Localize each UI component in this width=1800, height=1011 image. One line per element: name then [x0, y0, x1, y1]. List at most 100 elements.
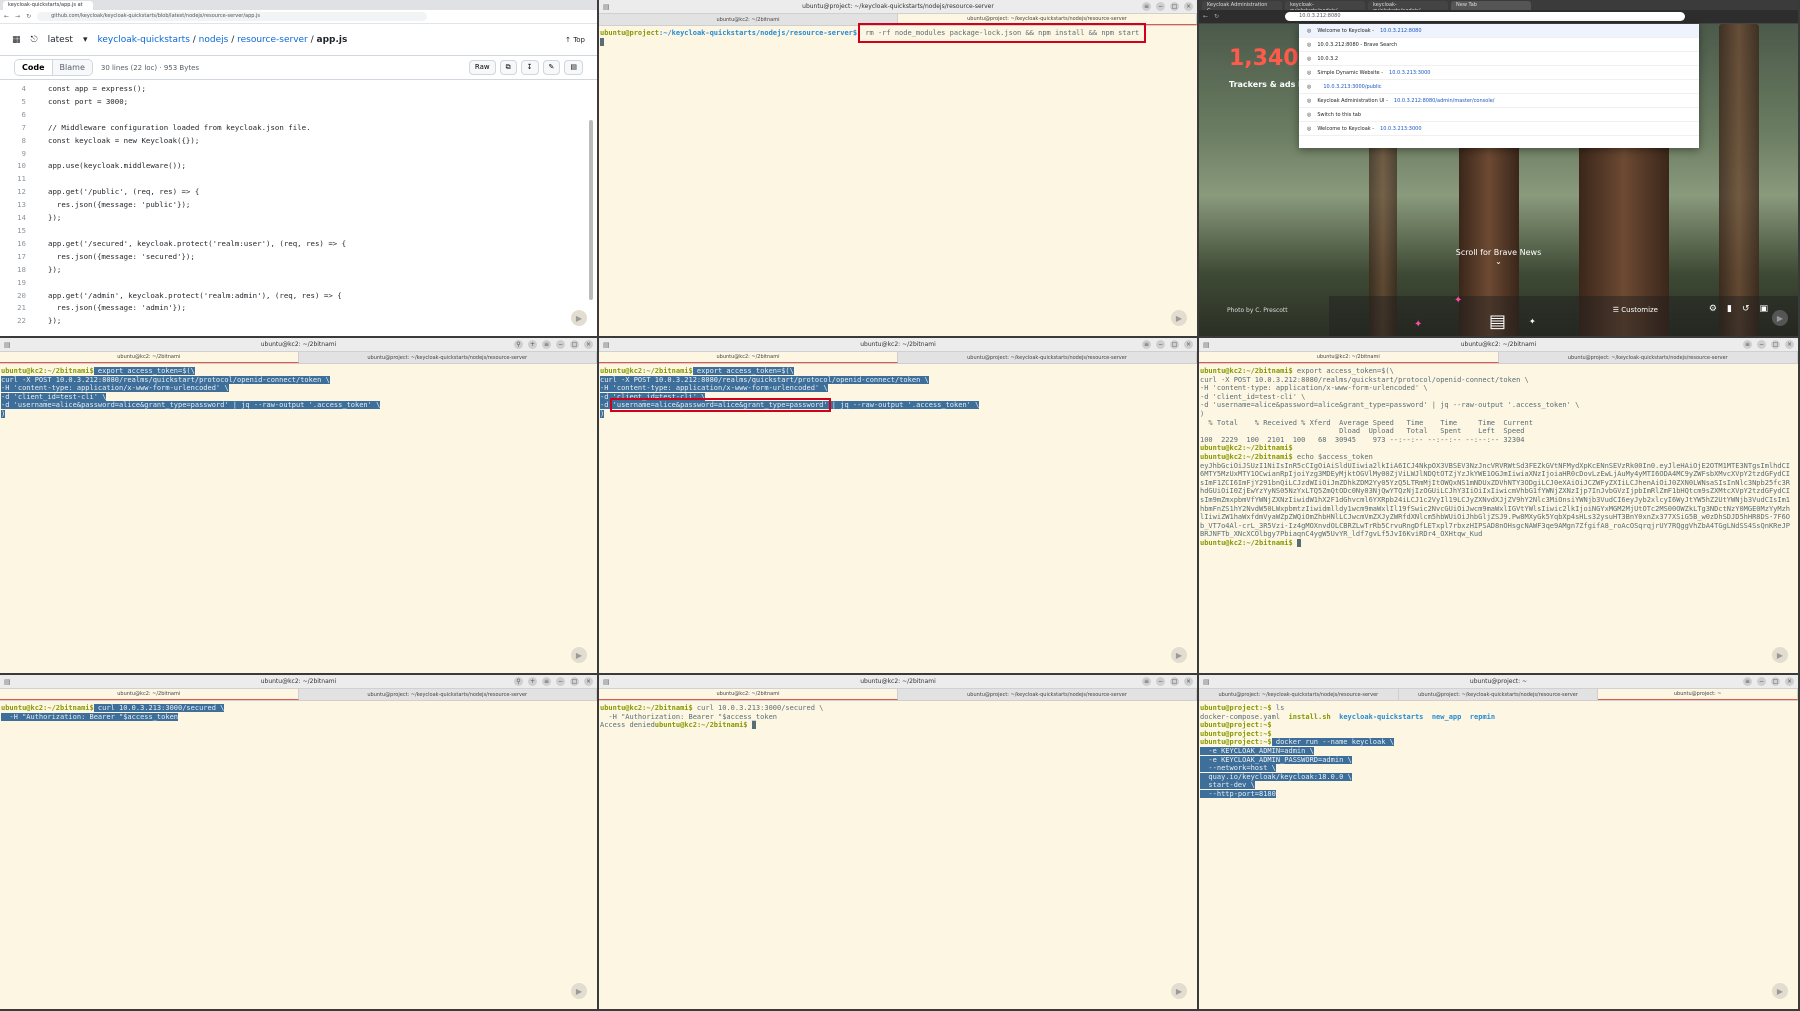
- line-number[interactable]: 5: [0, 96, 48, 109]
- minimize-icon[interactable]: −: [1757, 677, 1766, 686]
- close-icon[interactable]: ×: [1184, 2, 1193, 11]
- menu-icon[interactable]: ≡: [542, 677, 551, 686]
- minimize-icon[interactable]: −: [1156, 677, 1165, 686]
- play-icon[interactable]: ▶: [1772, 983, 1788, 999]
- play-icon[interactable]: ▶: [1772, 310, 1788, 326]
- photo-credit[interactable]: Photo by C. Prescott: [1227, 307, 1288, 314]
- maximize-icon[interactable]: □: [1771, 677, 1780, 686]
- bookmark-icon[interactable]: ▮: [1727, 304, 1732, 314]
- edit-icon[interactable]: ✎: [542, 60, 561, 75]
- menu-icon[interactable]: ≡: [1743, 677, 1752, 686]
- tab-blame[interactable]: Blame: [52, 60, 92, 75]
- sidebar-toggle-icon[interactable]: ▦: [12, 35, 21, 45]
- tab-project[interactable]: ubuntu@project: ~/keycloak-quickstarts/n…: [299, 689, 597, 700]
- close-icon[interactable]: ×: [1785, 340, 1794, 349]
- terminal-output[interactable]: ubuntu@project:~/keycloak-quickstarts/no…: [599, 23, 1197, 46]
- suggestion-item[interactable]: ◎ Welcome to Keycloak - 10.0.3.213:3000: [1299, 122, 1699, 136]
- menu-icon[interactable]: ≡: [1142, 677, 1151, 686]
- tab-kc2[interactable]: ubuntu@kc2: ~/2bitnami: [599, 14, 898, 25]
- suggestion-item[interactable]: ◎ Welcome to Keycloak - 10.0.3.212:8080: [1299, 24, 1699, 38]
- tab-code[interactable]: Code: [15, 60, 53, 75]
- terminal-output[interactable]: ubuntu@kc2:~/2bitnami$ curl 10.0.3.213:3…: [599, 701, 1197, 730]
- tab-project-2[interactable]: ubuntu@project: ~/keycloak-quickstarts/n…: [1399, 689, 1599, 700]
- line-number[interactable]: 15: [0, 225, 48, 238]
- line-number[interactable]: 10: [0, 160, 48, 173]
- line-number[interactable]: 18: [0, 264, 48, 277]
- book-icon[interactable]: ▤: [1489, 311, 1506, 332]
- tab-kc2[interactable]: ubuntu@kc2: ~/2bitnami: [0, 689, 299, 700]
- customize-button[interactable]: ☰ Customize: [1613, 306, 1658, 314]
- menu-icon[interactable]: ≡: [1743, 340, 1752, 349]
- tab-kc2[interactable]: ubuntu@kc2: ~/2bitnami: [599, 689, 898, 700]
- line-number[interactable]: 8: [0, 135, 48, 148]
- minimize-icon[interactable]: −: [1156, 340, 1165, 349]
- terminal-output[interactable]: ubuntu@project:~$ ls docker-compose.yaml…: [1199, 701, 1798, 799]
- maximize-icon[interactable]: □: [1170, 340, 1179, 349]
- download-icon[interactable]: ↧: [520, 60, 539, 75]
- play-icon[interactable]: ▶: [571, 983, 587, 999]
- line-number[interactable]: 20: [0, 290, 48, 303]
- line-number[interactable]: 4: [0, 83, 48, 96]
- history-icon[interactable]: ↺: [1742, 304, 1750, 314]
- line-number[interactable]: 11: [0, 173, 48, 186]
- breadcrumb-path1[interactable]: nodejs: [199, 35, 229, 45]
- suggestion-item[interactable]: ◎ Simple Dynamic Website - 10.0.3.213:300…: [1299, 66, 1699, 80]
- line-number[interactable]: 19: [0, 277, 48, 290]
- top-button[interactable]: ↑ Top: [565, 36, 585, 44]
- line-number[interactable]: 22: [0, 315, 48, 328]
- suggestion-item[interactable]: ◎ 10.0.3.212:8080 - Brave Search: [1299, 38, 1699, 52]
- close-icon[interactable]: ×: [1184, 340, 1193, 349]
- play-icon[interactable]: ▶: [1171, 983, 1187, 999]
- tab-project[interactable]: ubuntu@project: ~/keycloak-quickstarts/n…: [299, 352, 597, 363]
- tab-project[interactable]: ubuntu@project: ~/keycloak-quickstarts/n…: [898, 14, 1197, 25]
- menu-icon[interactable]: ≡: [1142, 2, 1151, 11]
- tab-project-1[interactable]: ubuntu@project: ~/keycloak-quickstarts/n…: [1199, 689, 1399, 700]
- line-number[interactable]: 7: [0, 122, 48, 135]
- raw-button[interactable]: Raw: [468, 60, 496, 75]
- url-field[interactable]: github.com/keycloak/keycloak-quickstarts…: [37, 12, 428, 21]
- suggestion-item[interactable]: ◎ Switch to this tab: [1299, 108, 1699, 122]
- play-icon[interactable]: ▶: [571, 647, 587, 663]
- forward-icon[interactable]: →: [15, 13, 20, 20]
- maximize-icon[interactable]: □: [570, 677, 579, 686]
- terminal-output[interactable]: ubuntu@kc2:~/2bitnami$ export access_tok…: [599, 364, 1197, 419]
- brave-news-hint[interactable]: Scroll for Brave News ⌄: [1199, 248, 1798, 266]
- search-icon[interactable]: ⚲: [514, 340, 523, 349]
- line-number[interactable]: 16: [0, 238, 48, 251]
- minimize-icon[interactable]: −: [556, 340, 565, 349]
- line-number[interactable]: 6: [0, 109, 48, 122]
- symbols-icon[interactable]: ▤: [564, 60, 583, 75]
- suggestion-item[interactable]: ◎ 10.0.3.213:3000/public: [1299, 80, 1699, 94]
- tab-project-home[interactable]: ubuntu@project: ~: [1598, 689, 1798, 700]
- breadcrumb-repo[interactable]: keycloak-quickstarts: [97, 35, 189, 45]
- suggestion-item[interactable]: ◎ Keycloak Administration UI - 10.0.3.212…: [1299, 94, 1699, 108]
- close-icon[interactable]: ×: [584, 677, 593, 686]
- browser-tab[interactable]: Keycloak Administration C...: [1202, 0, 1282, 10]
- url-field[interactable]: 10.0.3.212:8080: [1285, 12, 1686, 21]
- close-icon[interactable]: ×: [1785, 677, 1794, 686]
- breadcrumb-path2[interactable]: resource-server: [237, 35, 308, 45]
- line-number[interactable]: 9: [0, 148, 48, 161]
- back-icon[interactable]: ←: [1203, 13, 1208, 20]
- tab-kc2[interactable]: ubuntu@kc2: ~/2bitnami: [0, 352, 299, 363]
- browser-tab[interactable]: keycloak-quickstarts/nodejs/...: [1285, 0, 1365, 10]
- close-icon[interactable]: ×: [1184, 677, 1193, 686]
- minimize-icon[interactable]: −: [556, 677, 565, 686]
- add-tab-icon[interactable]: +: [528, 677, 537, 686]
- close-icon[interactable]: ×: [584, 340, 593, 349]
- scrollbar[interactable]: [589, 120, 593, 300]
- play-icon[interactable]: ▶: [1171, 647, 1187, 663]
- copy-icon[interactable]: ⧉: [499, 60, 517, 75]
- branch-selector[interactable]: latest: [48, 35, 73, 45]
- maximize-icon[interactable]: □: [1170, 677, 1179, 686]
- browser-tab[interactable]: keycloak-quickstarts/nodejs/...: [1368, 0, 1448, 10]
- menu-icon[interactable]: ≡: [1142, 340, 1151, 349]
- terminal-output[interactable]: ubuntu@kc2:~/2bitnami$ export access_tok…: [1199, 364, 1798, 462]
- play-icon[interactable]: ▶: [1171, 310, 1187, 326]
- line-number[interactable]: 17: [0, 251, 48, 264]
- browser-tab[interactable]: keycloak-quickstarts/app.js at ...: [3, 0, 93, 10]
- line-number[interactable]: 12: [0, 186, 48, 199]
- play-icon[interactable]: ▶: [1772, 647, 1788, 663]
- chevron-down-icon[interactable]: ▾: [83, 35, 88, 45]
- minimize-icon[interactable]: −: [1156, 2, 1165, 11]
